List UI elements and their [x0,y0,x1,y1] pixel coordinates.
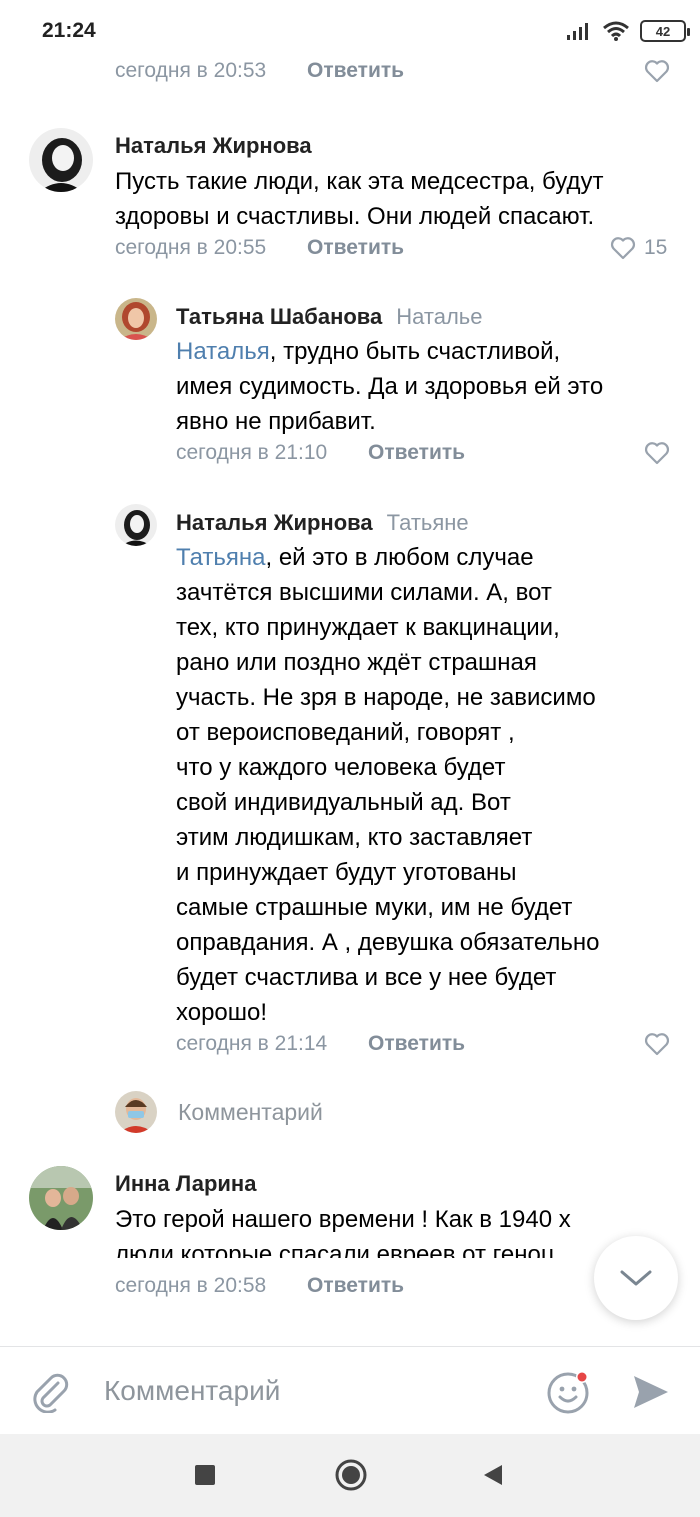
mention-link[interactable]: Татьяна [176,544,266,571]
reply-button[interactable]: Ответить [307,59,404,83]
comment-time: сегодня в 20:53 [115,59,267,82]
comment-text: Наталья, трудно быть счастливой, имея су… [176,338,604,435]
heart-icon [644,1033,670,1056]
chevron-down-icon [620,1270,652,1286]
circle-icon [335,1459,367,1491]
comment-time: сегодня в 21:14 [176,1032,328,1055]
notification-dot [577,1372,587,1382]
comment-composer: Комментарий [0,1346,700,1434]
send-button[interactable] [630,1371,672,1418]
status-icons: 42 [566,20,690,42]
back-button[interactable] [482,1463,504,1492]
comments-feed[interactable]: сегодня в 20:53 Ответить Наталья Жирнова… [0,54,700,1346]
emoji-icon [547,1371,589,1414]
comment-author[interactable]: Татьяна Шабанова Наталье [176,304,483,330]
comment-time: сегодня в 21:10 [176,441,328,464]
status-bar: 21:24 42 [0,0,700,54]
paperclip-icon [33,1373,69,1414]
avatar[interactable] [29,1166,93,1230]
comment-time: сегодня в 20:58 [115,1274,267,1297]
comment-text: Пусть такие люди, как эта медсестра, буд… [115,168,604,230]
reply-button[interactable]: Ответить [307,1274,404,1298]
comment-text: Это герой нашего времени ! Как в 1940 х … [115,1206,571,1258]
wifi-icon [603,21,629,41]
comment-text: Татьяна, ей это в любом случае зачтётся … [176,544,600,1026]
reply-to: Наталье [396,304,483,329]
square-icon [195,1465,215,1485]
system-navigation-bar [0,1434,700,1517]
heart-icon [610,237,636,260]
status-time: 21:24 [42,19,96,42]
recents-button[interactable] [194,1464,216,1491]
battery-indicator: 42 [640,20,690,42]
send-icon [634,1376,668,1408]
comment-input[interactable]: Комментарий [104,1375,280,1407]
like-button[interactable] [644,59,670,83]
emoji-button[interactable] [546,1369,592,1420]
comment-author[interactable]: Инна Ларина [115,1171,256,1197]
avatar[interactable] [29,128,93,192]
avatar[interactable] [115,504,157,546]
mention-link[interactable]: Наталья [176,338,270,365]
comment-time: сегодня в 20:55 [115,236,267,259]
my-avatar [115,1091,157,1133]
home-button[interactable] [334,1458,368,1497]
reply-input[interactable]: Комментарий [178,1099,323,1126]
scroll-down-button[interactable] [594,1236,678,1320]
avatar[interactable] [115,298,157,340]
reply-button[interactable]: Ответить [368,441,465,465]
heart-icon [644,60,670,83]
like-button[interactable] [644,441,670,465]
reply-to: Татьяне [386,510,469,535]
reply-button[interactable]: Ответить [307,236,404,260]
attach-button[interactable] [30,1371,70,1418]
like-button[interactable]: 15 [610,236,667,260]
back-triangle-icon [484,1465,502,1485]
like-button[interactable] [644,1032,670,1056]
like-count: 15 [644,236,668,259]
heart-icon [644,442,670,465]
comment-author[interactable]: Наталья Жирнова [115,133,312,159]
reply-button[interactable]: Ответить [368,1032,465,1056]
comment-author[interactable]: Наталья Жирнова Татьяне [176,510,469,536]
signal-icon [567,23,588,40]
